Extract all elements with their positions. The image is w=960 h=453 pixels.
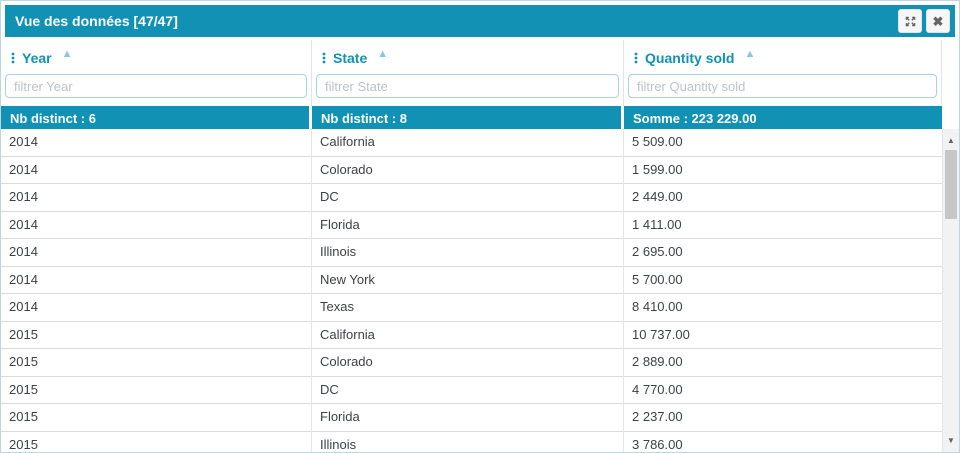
cell-year: 2014 [1, 157, 312, 185]
cell-state: Colorado [312, 157, 624, 185]
close-icon: ✖ [933, 15, 944, 28]
scroll-up-icon[interactable]: ▲ [943, 132, 959, 149]
cell-quantity: 5 700.00 [624, 267, 942, 295]
cell-state: California [312, 322, 624, 350]
filter-year-input[interactable] [5, 74, 307, 98]
cell-quantity: 2 889.00 [624, 349, 942, 377]
cell-year: 2015 [1, 404, 312, 432]
cell-quantity: 3 786.00 [624, 432, 942, 453]
table-row[interactable]: 2014 New York 5 700.00 [1, 267, 942, 295]
window-title: Vue des données [47/47] [15, 13, 178, 29]
cell-quantity: 2 695.00 [624, 239, 942, 267]
cell-quantity: 10 737.00 [624, 322, 942, 350]
vertical-scrollbar[interactable]: ▲ ▼ [942, 129, 959, 452]
cell-quantity: 1 411.00 [624, 212, 942, 240]
cell-state: Illinois [312, 432, 624, 453]
cell-quantity: 2 449.00 [624, 184, 942, 212]
cell-quantity: 5 509.00 [624, 129, 942, 157]
cell-quantity: 2 237.00 [624, 404, 942, 432]
filter-state-input[interactable] [316, 74, 619, 98]
table-row[interactable]: 2014 Texas 8 410.00 [1, 294, 942, 322]
expand-icon [904, 15, 917, 28]
cell-state: DC [312, 377, 624, 405]
table-row[interactable]: 2015 California 10 737.00 [1, 322, 942, 350]
table-row[interactable]: 2014 Colorado 1 599.00 [1, 157, 942, 185]
sort-asc-icon[interactable]: ▲ [744, 48, 755, 60]
cell-state: DC [312, 184, 624, 212]
header-column-state: State ▲ [312, 40, 624, 106]
column-header-state[interactable]: State ▲ [316, 46, 619, 70]
titlebar: Vue des données [47/47] ✖ [5, 5, 955, 37]
column-menu-icon[interactable] [634, 52, 638, 64]
column-menu-icon[interactable] [11, 52, 15, 64]
cell-state: Colorado [312, 349, 624, 377]
sort-asc-icon[interactable]: ▲ [377, 48, 388, 60]
table-body: 2014 California 5 509.00 2014 Colorado 1… [1, 129, 959, 452]
table-header: Year ▲ State ▲ Quantity sold ▲ [1, 40, 959, 106]
cell-year: 2015 [1, 377, 312, 405]
cell-quantity: 1 599.00 [624, 157, 942, 185]
scroll-down-icon[interactable]: ▼ [943, 432, 959, 449]
table-row[interactable]: 2015 Florida 2 237.00 [1, 404, 942, 432]
column-label: State [333, 50, 367, 66]
cell-year: 2014 [1, 212, 312, 240]
filter-quantity-input[interactable] [628, 74, 937, 98]
sort-asc-icon[interactable]: ▲ [62, 48, 73, 60]
column-label: Year [22, 50, 52, 66]
column-header-quantity[interactable]: Quantity sold ▲ [628, 46, 937, 70]
cell-state: New York [312, 267, 624, 295]
cell-state: Illinois [312, 239, 624, 267]
cell-year: 2015 [1, 349, 312, 377]
cell-quantity: 4 770.00 [624, 377, 942, 405]
table-row[interactable]: 2015 Colorado 2 889.00 [1, 349, 942, 377]
cell-quantity: 8 410.00 [624, 294, 942, 322]
header-column-year: Year ▲ [1, 40, 312, 106]
cell-state: California [312, 129, 624, 157]
table-rows: 2014 California 5 509.00 2014 Colorado 1… [1, 129, 959, 452]
cell-state: Texas [312, 294, 624, 322]
cell-state: Florida [312, 404, 624, 432]
table-row[interactable]: 2014 DC 2 449.00 [1, 184, 942, 212]
cell-year: 2014 [1, 239, 312, 267]
cell-year: 2015 [1, 322, 312, 350]
cell-state: Florida [312, 212, 624, 240]
cell-year: 2014 [1, 129, 312, 157]
table-row[interactable]: 2014 Illinois 2 695.00 [1, 239, 942, 267]
scrollbar-thumb[interactable] [945, 150, 957, 219]
column-menu-icon[interactable] [322, 52, 326, 64]
column-label: Quantity sold [645, 50, 734, 66]
data-view-window: Vue des données [47/47] ✖ Year [0, 0, 960, 453]
cell-year: 2014 [1, 184, 312, 212]
cell-year: 2015 [1, 432, 312, 453]
table-row[interactable]: 2015 Illinois 3 786.00 [1, 432, 942, 453]
table-row[interactable]: 2015 DC 4 770.00 [1, 377, 942, 405]
header-column-quantity: Quantity sold ▲ [624, 40, 942, 106]
column-header-year[interactable]: Year ▲ [5, 46, 307, 70]
window-controls: ✖ [898, 9, 950, 33]
cell-year: 2014 [1, 294, 312, 322]
table-row[interactable]: 2014 California 5 509.00 [1, 129, 942, 157]
table-row[interactable]: 2014 Florida 1 411.00 [1, 212, 942, 240]
close-button[interactable]: ✖ [926, 9, 950, 33]
expand-button[interactable] [898, 9, 922, 33]
cell-year: 2014 [1, 267, 312, 295]
